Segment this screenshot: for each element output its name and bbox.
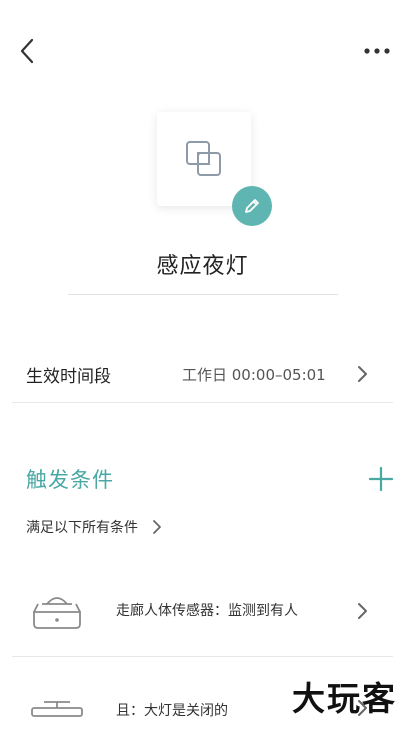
effective-time-value: 工作日 00:00–05:01	[182, 366, 326, 384]
name-divider	[68, 294, 338, 295]
pencil-icon	[245, 199, 259, 213]
condition-text: 且：大灯是关闭的	[116, 703, 228, 719]
triggers-title: 触发条件	[26, 468, 114, 492]
watermark: 大玩客	[292, 679, 397, 718]
back-button[interactable]	[12, 34, 42, 68]
chevron-left-icon	[20, 38, 34, 64]
more-options-button[interactable]	[357, 34, 397, 68]
condition-mode-selector[interactable]: 满足以下所有条件	[26, 514, 162, 540]
chevron-right-icon	[152, 519, 162, 535]
chevron-right-icon	[358, 603, 367, 619]
motion-sensor-icon	[33, 597, 81, 629]
effective-time-label: 生效时间段	[26, 367, 111, 387]
device-name[interactable]: 感应夜灯	[0, 248, 405, 280]
add-trigger-button[interactable]	[366, 464, 396, 494]
item-divider	[12, 656, 393, 657]
ceiling-light-icon	[31, 701, 83, 717]
condition-text: 走廊人体传感器：监测到有人	[116, 603, 298, 619]
effective-time-row[interactable]: 生效时间段 工作日 00:00–05:01	[0, 348, 405, 402]
more-horizontal-icon	[364, 48, 390, 54]
section-divider	[12, 402, 393, 403]
plus-icon	[369, 467, 393, 491]
condition-item[interactable]: 走廊人体传感器：监测到有人	[0, 580, 405, 642]
overlapping-squares-icon	[186, 141, 221, 176]
condition-mode-label: 满足以下所有条件	[26, 520, 138, 536]
edit-device-button[interactable]	[232, 186, 272, 226]
chevron-right-icon	[358, 366, 367, 382]
